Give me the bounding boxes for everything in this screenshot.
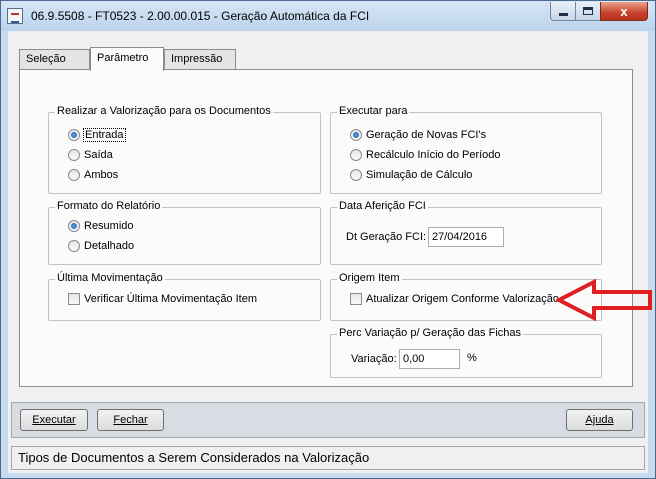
window-title: 06.9.5508 - FT0523 - 2.00.00.015 - Geraç… <box>31 9 370 23</box>
fechar-button[interactable]: Fechar <box>97 409 164 431</box>
app-icon[interactable] <box>7 8 23 24</box>
formato-relatorio-group: Formato do Relatório Resumido Detalhado <box>48 200 321 265</box>
close-button[interactable]: x <box>600 2 648 21</box>
maximize-button[interactable] <box>575 2 601 21</box>
tab-selecao-label: Seleção <box>26 53 66 65</box>
fechar-button-label: Fechar <box>113 414 148 426</box>
title-bar[interactable]: 06.9.5508 - FT0523 - 2.00.00.015 - Geraç… <box>1 1 655 31</box>
valorizacao-group: Realizar a Valorização para os Documento… <box>48 105 321 194</box>
tab-selecao[interactable]: Seleção <box>19 49 90 69</box>
verificar-ultima-movimentacao-label: Verificar Última Movimentação Item <box>84 293 257 305</box>
executar-button-label: Executar <box>32 414 76 426</box>
radio-button[interactable] <box>68 169 80 181</box>
radio-button[interactable] <box>350 149 362 161</box>
minimize-icon <box>558 12 568 16</box>
tab-impressao[interactable]: Impressão <box>164 49 236 69</box>
origem-item-group-title: Origem Item <box>337 272 402 284</box>
ajuda-button-label: Ajuda <box>585 414 614 426</box>
tab-impressao-label: Impressão <box>171 53 223 65</box>
atualizar-origem-checkbox[interactable]: Atualizar Origem Conforme Valorização <box>350 293 559 305</box>
formato-group-title: Formato do Relatório <box>55 200 163 212</box>
perc-variacao-group: Perc Variação p/ Geração das Fichas Vari… <box>330 327 602 378</box>
application-window: 06.9.5508 - FT0523 - 2.00.00.015 - Geraç… <box>0 0 656 479</box>
variacao-input[interactable]: 0,00 <box>399 349 460 369</box>
ajuda-button[interactable]: Ajuda <box>566 409 633 431</box>
radio-recalculo-label: Recálculo Início do Período <box>366 149 501 161</box>
status-bar: Tipos de Documentos a Serem Considerados… <box>11 446 645 470</box>
radio-detalhado-label: Detalhado <box>84 240 135 252</box>
radio-resumido[interactable]: Resumido <box>68 220 134 232</box>
minimize-button[interactable] <box>550 2 576 21</box>
radio-simulacao-label: Simulação de Cálculo <box>366 169 473 181</box>
radio-button-selected[interactable] <box>68 129 80 141</box>
dt-geracao-input[interactable]: 27/04/2016 <box>428 227 504 247</box>
radio-ambos-label: Ambos <box>84 169 119 181</box>
data-afericao-group-title: Data Aferição FCI <box>337 200 428 212</box>
radio-button-selected[interactable] <box>350 129 362 141</box>
radio-saida[interactable]: Saída <box>68 149 113 161</box>
radio-geracao-novas-fci[interactable]: Geração de Novas FCI's <box>350 129 486 141</box>
percent-unit-label: % <box>467 352 477 364</box>
verificar-ultima-movimentacao-checkbox[interactable]: Verificar Última Movimentação Item <box>68 293 257 305</box>
valorizacao-group-title: Realizar a Valorização para os Documento… <box>55 105 273 117</box>
ultima-movimentacao-group: Última Movimentação Verificar Última Mov… <box>48 272 321 321</box>
radio-ambos[interactable]: Ambos <box>68 169 118 181</box>
executar-para-group: Executar para Geração de Novas FCI's Rec… <box>330 105 602 194</box>
tab-parametro[interactable]: Parâmetro <box>90 47 164 71</box>
radio-entrada[interactable]: Entrada <box>68 128 126 142</box>
red-arrow-icon <box>556 279 652 321</box>
maximize-icon <box>583 7 593 15</box>
data-afericao-group: Data Aferição FCI Dt Geração FCI: 27/04/… <box>330 200 602 265</box>
checkbox[interactable] <box>68 293 80 305</box>
radio-entrada-label: Entrada <box>83 128 126 142</box>
radio-button[interactable] <box>68 240 80 252</box>
radio-recalculo[interactable]: Recálculo Início do Período <box>350 149 501 161</box>
dialog-body: Seleção Parâmetro Impressão Realizar a V… <box>8 31 648 473</box>
radio-resumido-label: Resumido <box>84 220 134 232</box>
radio-geracao-label: Geração de Novas FCI's <box>366 129 487 141</box>
radio-simulacao[interactable]: Simulação de Cálculo <box>350 169 472 181</box>
radio-button[interactable] <box>68 149 80 161</box>
radio-detalhado[interactable]: Detalhado <box>68 240 134 252</box>
close-icon: x <box>620 3 628 19</box>
radio-button[interactable] <box>350 169 362 181</box>
radio-button-selected[interactable] <box>68 220 80 232</box>
executar-button[interactable]: Executar <box>20 409 88 431</box>
button-bar: Executar Fechar Ajuda <box>11 402 645 438</box>
atualizar-origem-label: Atualizar Origem Conforme Valorização <box>366 293 559 305</box>
checkbox[interactable] <box>350 293 362 305</box>
status-text: Tipos de Documentos a Serem Considerados… <box>18 450 370 465</box>
radio-saida-label: Saída <box>84 149 113 161</box>
tab-parametro-label: Parâmetro <box>97 52 149 64</box>
variacao-label: Variação: <box>351 353 397 365</box>
dt-geracao-label: Dt Geração FCI: <box>346 231 427 243</box>
perc-variacao-group-title: Perc Variação p/ Geração das Fichas <box>337 327 523 339</box>
ultima-movimentacao-group-title: Última Movimentação <box>55 272 165 284</box>
executar-para-group-title: Executar para <box>337 105 410 117</box>
parametro-tab-page: Realizar a Valorização para os Documento… <box>19 69 633 387</box>
